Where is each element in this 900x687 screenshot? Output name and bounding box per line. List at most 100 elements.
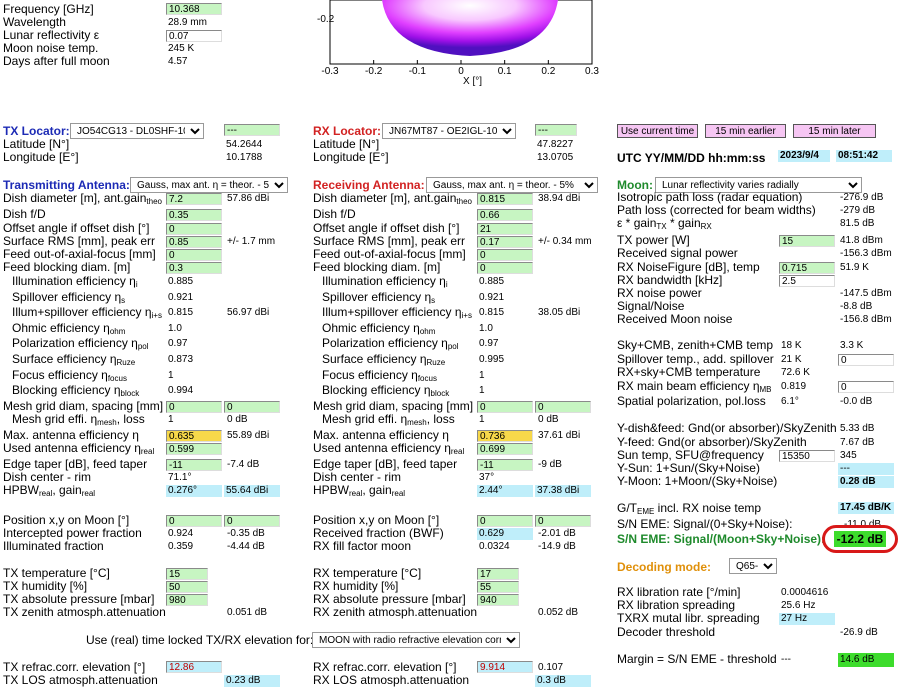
main-beam-eff-value: 0.819 — [781, 381, 807, 392]
rx-rim-value: 37° — [479, 472, 495, 483]
tx-used-eff-input[interactable]: 0.599 — [166, 443, 222, 455]
tx-locator-input[interactable]: --- — [224, 124, 280, 136]
15-min-later-button[interactable]: 15 min later — [793, 124, 876, 138]
decoder-threshold-label: Decoder threshold — [617, 625, 716, 639]
tx-antenna-model-select[interactable]: Gauss, max ant. η = theor. - 5% — [130, 177, 288, 193]
bandwidth-input[interactable]: 2.5 — [779, 275, 835, 287]
y-dish-value: 5.33 dB — [840, 423, 875, 434]
rx-position-x-input[interactable]: 0 — [477, 515, 533, 527]
rx-refrac-value[interactable]: 9.914 — [477, 661, 533, 673]
rx-feed-input[interactable]: 0 — [477, 249, 533, 261]
mutual-libration-value: 27 Hz — [779, 613, 835, 625]
frequency-input[interactable]: 10.368 — [166, 3, 222, 15]
tx-position-x-input[interactable]: 0 — [166, 515, 222, 527]
rx-zenith-label: RX zenith atmosph.attenuation — [313, 605, 478, 619]
rx-locator-input[interactable]: --- — [535, 124, 577, 136]
tx-edge-input[interactable]: -11 — [166, 459, 222, 471]
noise-temp-value: 51.9 K — [840, 262, 869, 273]
rx-mesh-spacing-input[interactable]: 0 — [535, 401, 591, 413]
rx-offset-input[interactable]: 21 — [477, 223, 533, 235]
tx-eff-value: 0.873 — [168, 354, 194, 365]
tx-hpbw-value: 0.276° — [166, 485, 222, 497]
signal-noise-value: -8.8 dB — [840, 301, 873, 312]
rx-humidity-input[interactable]: 55 — [477, 581, 519, 593]
tx-power-input[interactable]: 15 — [779, 235, 835, 247]
tx-eff-label: Blocking efficiency ηblock — [12, 383, 140, 399]
tx-eff-value: 0.815 — [168, 307, 194, 318]
tx-los-value: 0.23 dB — [224, 675, 280, 687]
tx-refrac-value[interactable]: 12.86 — [166, 661, 222, 673]
margin-value: 14.6 dB — [838, 653, 894, 667]
use-current-time-button[interactable]: Use current time — [617, 124, 698, 138]
libration-spreading-value: 25.6 Hz — [781, 600, 816, 611]
rx-mesh-eff-label: Mesh grid effi. ηmesh, loss — [322, 412, 455, 428]
rx-mesh-diam-input[interactable]: 0 — [477, 401, 533, 413]
rx-lat-value: 47.8227 — [537, 139, 574, 150]
tx-eff-value: 0.994 — [168, 385, 194, 396]
main-beam-eff-input[interactable]: 0 — [838, 381, 894, 393]
rx-fd-input[interactable]: 0.66 — [477, 209, 533, 221]
y-moon-label: Y-Moon: 1+Moon/(Sky+Noise) — [617, 474, 778, 488]
utc-time: 08:51:42 — [836, 150, 892, 162]
tx-eff-gain: 56.97 dBi — [227, 307, 270, 318]
tx-mesh-diam-input[interactable]: 0 — [166, 401, 222, 413]
sky-cmb-value: 18 K — [781, 340, 802, 351]
tx-feed-input[interactable]: 0 — [166, 249, 222, 261]
rx-locator-select[interactable]: JN67MT87 - OE2IGL-10 — [382, 123, 516, 139]
tx-temperature-input[interactable]: 15 — [166, 568, 208, 580]
tx-lon-label: Longitude [E°] — [3, 150, 79, 164]
utc-label: UTC YY/MM/DD hh:mm:ss — [617, 151, 766, 165]
rx-position-y-input[interactable]: 0 — [535, 515, 591, 527]
tx-humidity-input[interactable]: 50 — [166, 581, 208, 593]
wavelength-value: 28.9 mm — [168, 17, 207, 28]
tx-illuminated-db: -4.44 dB — [227, 541, 265, 552]
tx-intercept-db: -0.35 dB — [227, 528, 265, 539]
rx-zenith-value: 0.052 dB — [538, 607, 579, 618]
tx-position-y-input[interactable]: 0 — [224, 515, 280, 527]
tx-eff-value: 1.0 — [168, 323, 182, 334]
tx-dish-input[interactable]: 7.2 — [166, 193, 222, 205]
gt-value: 17.45 dB/K — [838, 502, 894, 514]
rx-blocking-input[interactable]: 0 — [477, 262, 533, 274]
sn-eme-moon-label: S/N EME: Signal/(Moon+Sky+Noise): — [617, 532, 826, 546]
mutual-libration-label: TXRX mutal libr. spreading — [617, 611, 760, 625]
sun-temp-input[interactable]: 15350 — [779, 450, 835, 462]
rx-sky-temp-value: 72.6 K — [781, 367, 810, 378]
rx-eff-label: Polarization efficiency ηpol — [322, 336, 459, 352]
tx-rms-input[interactable]: 0.85 — [166, 236, 222, 248]
rx-mesh-loss: 0 dB — [538, 414, 559, 425]
rx-dish-input[interactable]: 0.815 — [477, 193, 533, 205]
tx-pressure-input[interactable]: 980 — [166, 594, 208, 606]
rx-eff-label: Surface efficiency ηRuze — [322, 352, 446, 368]
elevation-mode-select[interactable]: MOON with radio refractive elevation cor… — [312, 632, 520, 648]
tx-locator-select[interactable]: JO54CG13 - DL0SHF-10 — [70, 123, 204, 139]
tx-fd-label: Dish f/D — [3, 207, 46, 221]
rx-eff-label: Blocking efficiency ηblock — [322, 383, 450, 399]
isotropic-path-loss-value: -276.9 dB — [840, 192, 884, 203]
15-min-earlier-button[interactable]: 15 min earlier — [705, 124, 786, 138]
rx-used-eff-input[interactable]: 0.699 — [477, 443, 533, 455]
rx-eff-gain: 38.05 dBi — [538, 307, 581, 318]
received-moon-noise-value: -156.8 dBm — [840, 314, 892, 325]
plot-xtick-label: -0.1 — [409, 66, 427, 77]
rx-eff-label: Illum+spillover efficiency ηi+s — [322, 305, 472, 321]
spillover-temp-value: 21 K — [781, 354, 802, 365]
polarization-loss: -0.0 dB — [840, 396, 873, 407]
tx-hpbw-label: HPBWreal, gainreal — [3, 483, 96, 499]
sky-cmb-label: Sky+CMB, zenith+CMB temp — [617, 338, 774, 352]
add-spillover-input[interactable]: 0 — [838, 354, 894, 366]
rx-rms-input[interactable]: 0.17 — [477, 236, 533, 248]
reflectivity-input[interactable]: 0.07 — [166, 30, 222, 42]
plot-xtick-label: 0.3 — [585, 66, 599, 77]
tx-blocking-input[interactable]: 0.3 — [166, 262, 222, 274]
tx-offset-input[interactable]: 0 — [166, 223, 222, 235]
decoding-mode-select[interactable]: Q65-60E — [729, 558, 777, 574]
rx-temperature-input[interactable]: 17 — [477, 568, 519, 580]
rx-edge-input[interactable]: -11 — [477, 459, 533, 471]
tx-zenith-label: TX zenith atmosph.attenuation — [3, 605, 166, 619]
rx-pressure-input[interactable]: 940 — [477, 594, 519, 606]
tx-fd-input[interactable]: 0.35 — [166, 209, 222, 221]
elevation-mode-label: Use (real) time locked TX/RX elevation f… — [86, 633, 314, 647]
noise-figure-input[interactable]: 0.715 — [779, 262, 835, 274]
tx-mesh-spacing-input[interactable]: 0 — [224, 401, 280, 413]
